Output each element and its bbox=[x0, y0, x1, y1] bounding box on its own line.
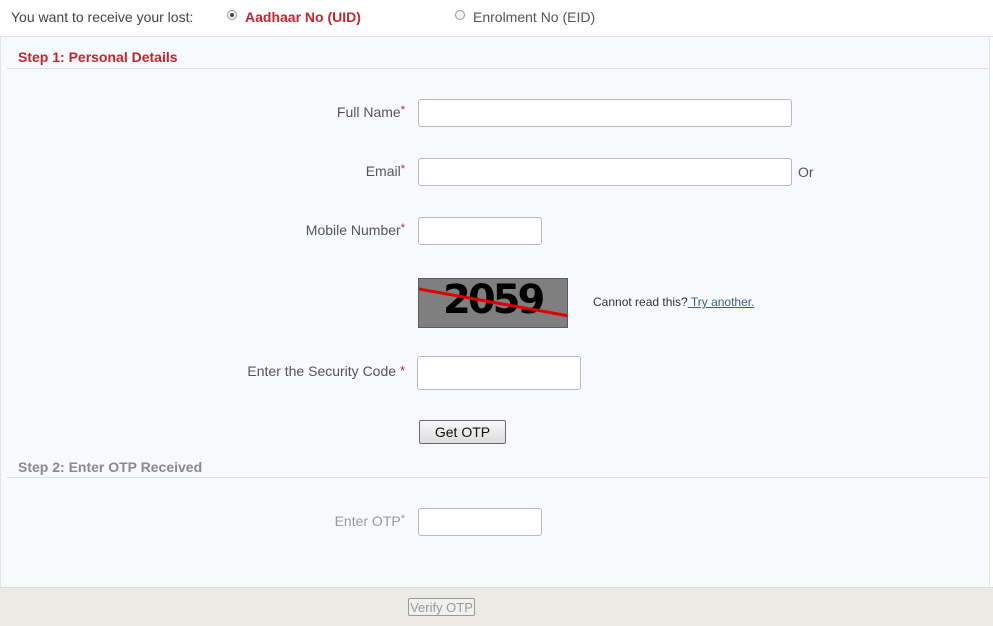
full-name-label: Full Name* bbox=[336, 104, 405, 120]
captcha-image: 2059 bbox=[418, 278, 568, 328]
footer-bar: Verify OTP bbox=[0, 587, 993, 626]
mobile-input[interactable] bbox=[418, 217, 542, 245]
get-otp-button[interactable]: Get OTP bbox=[419, 420, 506, 444]
email-input[interactable] bbox=[418, 158, 792, 186]
full-name-input[interactable] bbox=[418, 99, 792, 127]
security-code-input[interactable] bbox=[417, 356, 581, 390]
try-another-link[interactable]: Try another. bbox=[688, 295, 755, 309]
email-label: Email* bbox=[365, 163, 405, 179]
captcha-help: Cannot read this? Try another. bbox=[593, 295, 754, 309]
receive-prompt: You want to receive your lost: bbox=[11, 9, 194, 25]
step1-title: Step 1: Personal Details bbox=[18, 49, 178, 65]
step1-divider bbox=[7, 68, 988, 69]
verify-otp-button[interactable]: Verify OTP bbox=[408, 598, 475, 616]
security-code-label: Enter the Security Code * bbox=[247, 363, 405, 379]
captcha-strike-line bbox=[419, 287, 567, 318]
mobile-label: Mobile Number* bbox=[305, 222, 405, 238]
enrolment-radio-label[interactable]: Enrolment No (EID) bbox=[473, 9, 595, 25]
captcha-help-text: Cannot read this? bbox=[593, 295, 688, 309]
or-text: Or bbox=[798, 164, 814, 180]
otp-input[interactable] bbox=[418, 508, 542, 536]
step2-divider bbox=[7, 477, 988, 478]
aadhaar-radio[interactable] bbox=[227, 10, 237, 20]
enrolment-radio[interactable] bbox=[455, 10, 465, 20]
otp-label: Enter OTP* bbox=[334, 513, 405, 529]
receive-type-bar: You want to receive your lost: Aadhaar N… bbox=[0, 0, 993, 37]
step2-title: Step 2: Enter OTP Received bbox=[18, 459, 203, 475]
aadhaar-radio-label[interactable]: Aadhaar No (UID) bbox=[245, 9, 361, 25]
